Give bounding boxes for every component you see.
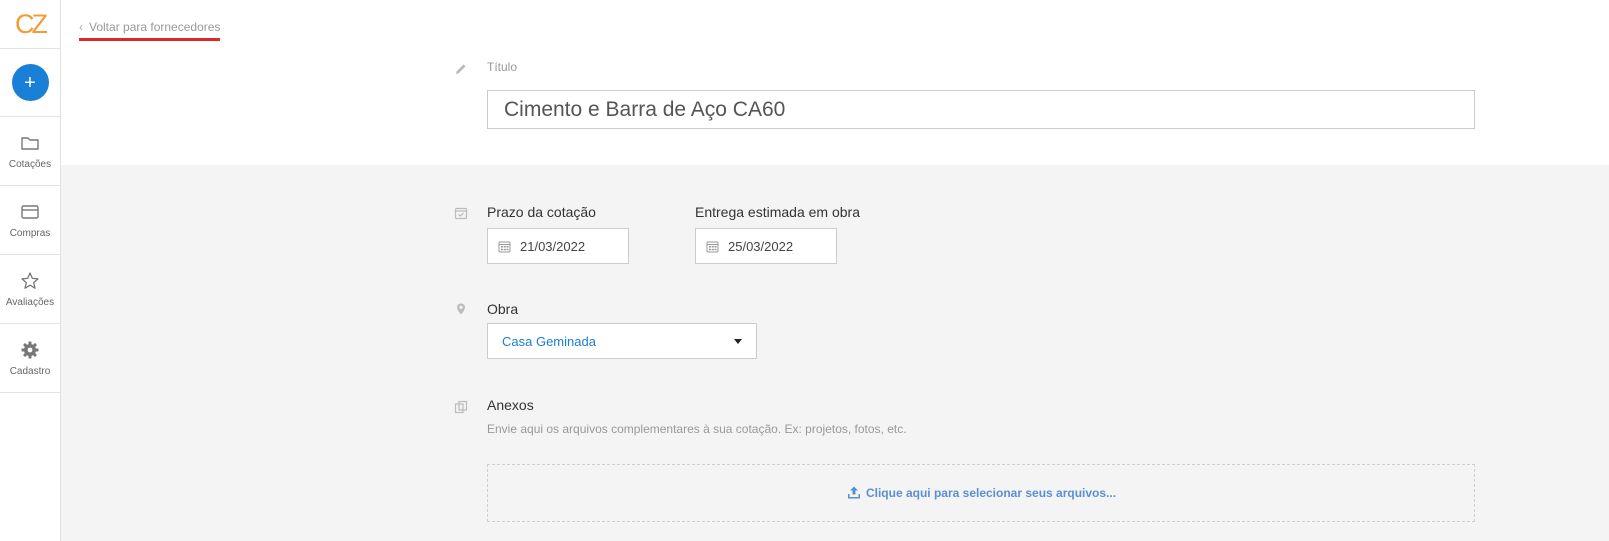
sidebar-item-cadastro[interactable]: Cadastro <box>0 324 60 393</box>
folder-icon <box>21 136 39 150</box>
back-to-suppliers-link[interactable]: ‹ Voltar para fornecedores <box>79 20 221 41</box>
pencil-icon <box>456 64 466 74</box>
attachments-icon <box>454 400 468 414</box>
upload-label: Clique aqui para selecionar seus arquivo… <box>865 486 1117 500</box>
calendar-icon <box>498 241 511 252</box>
title-section <box>61 0 1609 165</box>
deadline-date-value: 21/03/2022 <box>520 238 586 254</box>
app: CZ + Cotações Compras Avaliações Cadastr… <box>0 0 1609 541</box>
card-icon <box>21 204 39 219</box>
plus-icon: + <box>24 71 36 94</box>
back-link-label: Voltar para fornecedores <box>89 20 221 34</box>
attachments-hint: Envie aqui os arquivos complementares à … <box>487 422 907 436</box>
gear-icon <box>21 341 39 358</box>
site-label: Obra <box>487 301 519 317</box>
site-select-value: Casa Geminada <box>502 333 596 349</box>
title-label: Título <box>487 60 518 74</box>
attachments-label: Anexos <box>487 397 534 413</box>
upload-icon <box>847 486 860 499</box>
deadline-date-field[interactable]: 21/03/2022 <box>487 228 629 264</box>
deadline-label: Prazo da cotação <box>487 204 596 220</box>
location-pin-icon <box>457 303 465 315</box>
title-input[interactable] <box>487 90 1475 129</box>
sidebar-item-compras[interactable]: Compras <box>0 186 60 255</box>
sidebar-item-label: Cotações <box>8 158 52 170</box>
sidebar-item-avaliacoes[interactable]: Avaliações <box>0 255 60 324</box>
chevron-left-icon: ‹ <box>79 20 83 34</box>
delivery-date-field[interactable]: 25/03/2022 <box>695 228 837 264</box>
add-button[interactable]: + <box>11 64 49 101</box>
site-select[interactable]: Casa Geminada <box>487 323 757 359</box>
delivery-label: Entrega estimada em obra <box>695 204 860 220</box>
caret-down-icon <box>734 338 742 344</box>
add-section: + <box>0 49 60 117</box>
file-upload-dropzone[interactable]: Clique aqui para selecionar seus arquivo… <box>487 464 1475 522</box>
sidebar: CZ + Cotações Compras Avaliações Cadastr… <box>0 0 61 541</box>
delivery-date-value: 25/03/2022 <box>728 238 794 254</box>
sidebar-item-label: Cadastro <box>9 365 51 377</box>
calendar-check-icon <box>454 207 468 220</box>
logo[interactable]: CZ <box>0 0 60 49</box>
sidebar-item-cotacoes[interactable]: Cotações <box>0 117 60 186</box>
sidebar-item-label: Compras <box>9 227 51 239</box>
logo-text: CZ <box>15 8 48 39</box>
star-icon <box>21 271 39 289</box>
calendar-icon <box>706 241 719 252</box>
sidebar-item-label: Avaliações <box>5 296 55 308</box>
main-content: ‹ Voltar para fornecedores Título Prazo … <box>61 0 1609 541</box>
